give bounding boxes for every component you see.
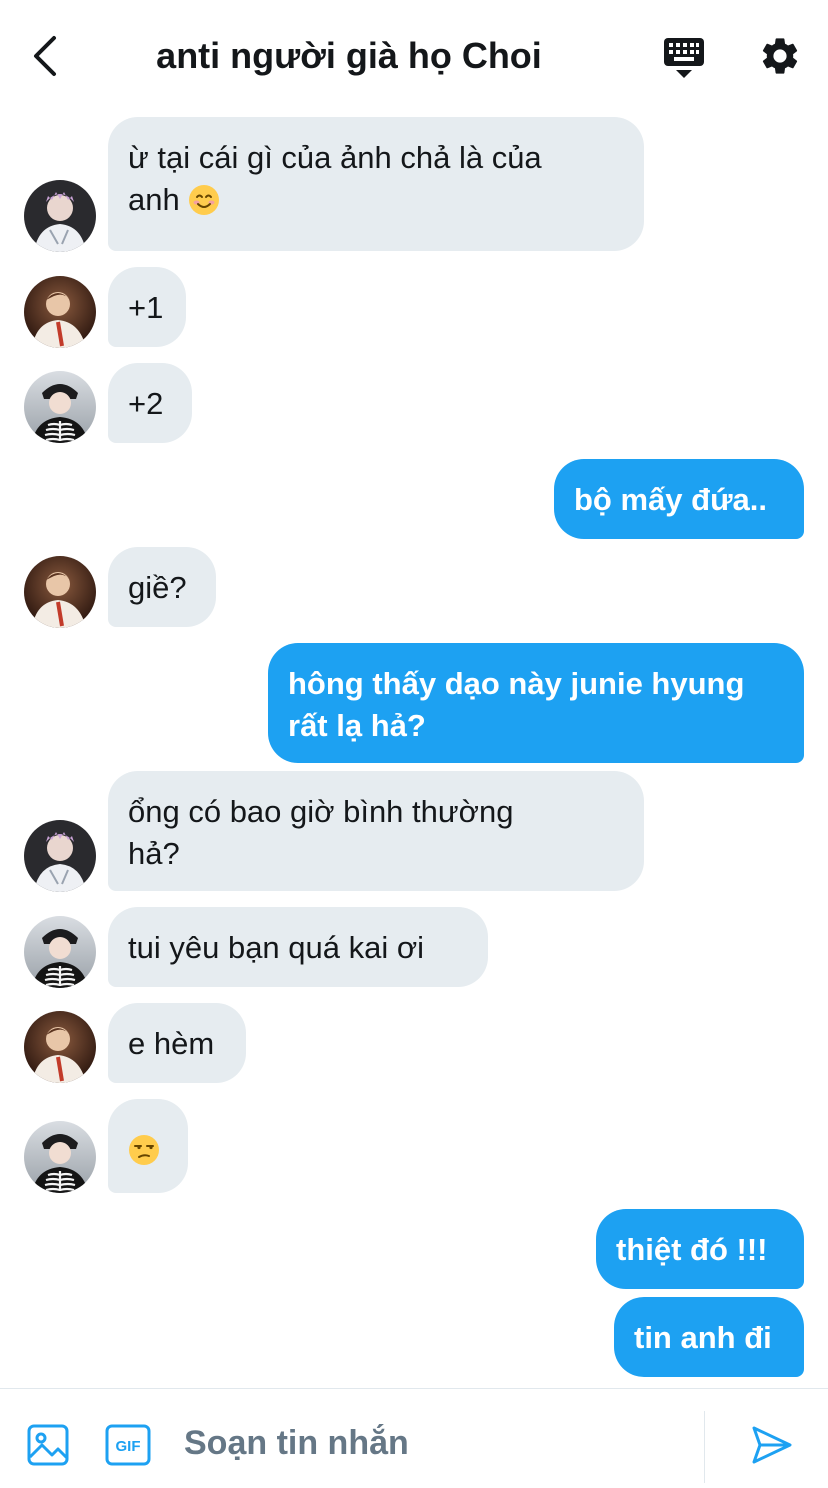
message-bubble[interactable]: tui yêu bạn quá kai ơi bbox=[108, 907, 488, 987]
avatar-photo bbox=[24, 371, 96, 443]
add-gif-button[interactable]: GIF bbox=[104, 1423, 152, 1467]
smiling-face-emoji-icon bbox=[189, 185, 220, 215]
keyboard-button[interactable] bbox=[662, 36, 706, 80]
message-bubble[interactable]: giề? bbox=[108, 547, 216, 627]
message-text: ừ tại cái gì của ảnh chả là của bbox=[128, 140, 542, 175]
avatar[interactable] bbox=[24, 371, 96, 443]
message-text: bộ mấy đứa.. bbox=[574, 482, 767, 517]
message-input[interactable] bbox=[184, 1413, 684, 1473]
message-text: hả? bbox=[128, 836, 180, 871]
message-text: rất lạ hả? bbox=[288, 708, 426, 743]
image-icon bbox=[27, 1424, 69, 1466]
add-image-button[interactable] bbox=[26, 1423, 70, 1467]
message-text: ổng có bao giờ bình thường bbox=[128, 794, 514, 829]
settings-button[interactable] bbox=[758, 34, 802, 78]
gif-icon: GIF bbox=[105, 1424, 151, 1466]
avatar-photo bbox=[24, 1121, 96, 1193]
avatar-photo bbox=[24, 180, 96, 252]
avatar-photo bbox=[24, 916, 96, 988]
message-bubble[interactable]: ừ tại cái gì của ảnh chả là của anh bbox=[108, 117, 644, 251]
message-bubble[interactable]: +1 bbox=[108, 267, 186, 347]
avatar[interactable] bbox=[24, 1011, 96, 1083]
message-bubble[interactable]: hông thấy dạo này junie hyung rất lạ hả? bbox=[268, 643, 804, 763]
message-bubble[interactable]: ổng có bao giờ bình thường hả? bbox=[108, 771, 644, 891]
message-bubble[interactable]: +2 bbox=[108, 363, 192, 443]
message-text: e hèm bbox=[128, 1026, 215, 1061]
message-text: +2 bbox=[128, 386, 164, 421]
keyboard-icon bbox=[664, 38, 704, 78]
message-bubble[interactable]: bộ mấy đứa.. bbox=[554, 459, 804, 539]
send-icon bbox=[752, 1426, 792, 1464]
message-bubble[interactable]: e hèm bbox=[108, 1003, 246, 1083]
message-bubble[interactable]: thiệt đó !!! bbox=[596, 1209, 804, 1289]
gear-icon bbox=[762, 38, 798, 74]
chevron-left-icon bbox=[34, 36, 56, 76]
chat-header: anti người già họ Choi bbox=[0, 0, 828, 112]
avatar-photo bbox=[24, 276, 96, 348]
avatar[interactable] bbox=[24, 556, 96, 628]
message-text: anh bbox=[128, 182, 180, 217]
message-text: thiệt đó !!! bbox=[616, 1232, 768, 1267]
avatar[interactable] bbox=[24, 180, 96, 252]
send-button[interactable] bbox=[750, 1423, 794, 1467]
message-text: hông thấy dạo này junie hyung bbox=[288, 666, 745, 701]
message-text: tin anh đi bbox=[634, 1320, 772, 1355]
avatar-photo bbox=[24, 1011, 96, 1083]
message-bubble[interactable]: tin anh đi bbox=[614, 1297, 804, 1377]
avatar[interactable] bbox=[24, 276, 96, 348]
conversation-title[interactable]: anti người già họ Choi bbox=[110, 30, 588, 82]
message-bubble[interactable] bbox=[108, 1099, 188, 1193]
composer-divider bbox=[704, 1411, 705, 1483]
gif-label: GIF bbox=[116, 1438, 141, 1455]
avatar[interactable] bbox=[24, 916, 96, 988]
message-text: tui yêu bạn quá kai ơi bbox=[128, 930, 425, 965]
back-button[interactable] bbox=[26, 34, 66, 78]
avatar[interactable] bbox=[24, 1121, 96, 1193]
message-text: +1 bbox=[128, 290, 164, 325]
message-text: giề? bbox=[128, 570, 187, 605]
unamused-face-emoji-icon bbox=[129, 1135, 159, 1165]
avatar-photo bbox=[24, 556, 96, 628]
avatar[interactable] bbox=[24, 820, 96, 892]
avatar-photo bbox=[24, 820, 96, 892]
message-composer: GIF bbox=[0, 1388, 828, 1488]
